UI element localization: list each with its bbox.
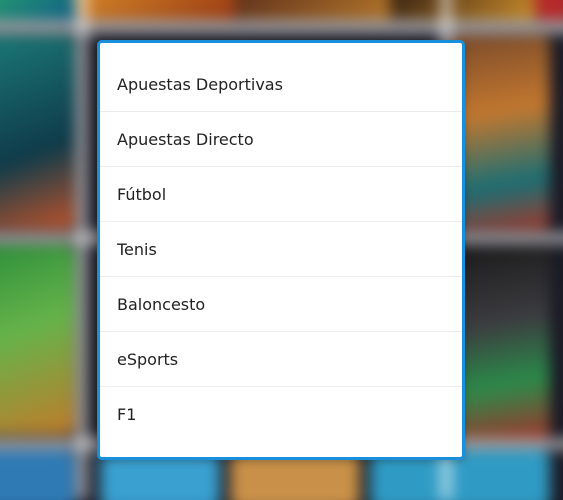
menu-item-label: Tenis — [117, 239, 157, 259]
game-thumbnail — [235, 0, 395, 20]
grid-gap — [76, 0, 88, 500]
menu-item-label: F1 — [117, 405, 137, 424]
menu-list: Apuestas Deportivas Apuestas Directo Fút… — [100, 43, 462, 442]
menu-item-apuestas-deportivas[interactable]: Apuestas Deportivas — [100, 57, 462, 112]
game-thumbnail — [0, 245, 75, 435]
game-thumbnail — [390, 0, 540, 20]
app-stage: Apuestas Deportivas Apuestas Directo Fút… — [0, 0, 563, 500]
game-thumbnail — [0, 450, 75, 500]
menu-item-f1[interactable]: F1 — [100, 387, 462, 442]
game-thumbnail — [450, 35, 550, 230]
menu-item-label: Apuestas Deportivas — [117, 74, 283, 94]
menu-item-tenis[interactable]: Tenis — [100, 222, 462, 277]
menu-item-label: eSports — [117, 349, 179, 369]
menu-item-label: Baloncesto — [117, 294, 206, 314]
menu-item-label: Apuestas Directo — [117, 129, 254, 149]
game-thumbnail — [75, 0, 240, 20]
sports-dropdown-menu: Apuestas Deportivas Apuestas Directo Fút… — [97, 40, 465, 460]
game-thumbnail — [450, 245, 550, 440]
menu-item-futbol[interactable]: Fútbol — [100, 167, 462, 222]
menu-item-label: Fútbol — [117, 184, 167, 204]
game-thumbnail — [0, 0, 80, 20]
menu-item-esports[interactable]: eSports — [100, 332, 462, 387]
menu-item-baloncesto[interactable]: Baloncesto — [100, 277, 462, 332]
game-thumbnail — [0, 35, 75, 230]
menu-item-apuestas-directo[interactable]: Apuestas Directo — [100, 112, 462, 167]
game-thumbnail — [535, 0, 563, 20]
